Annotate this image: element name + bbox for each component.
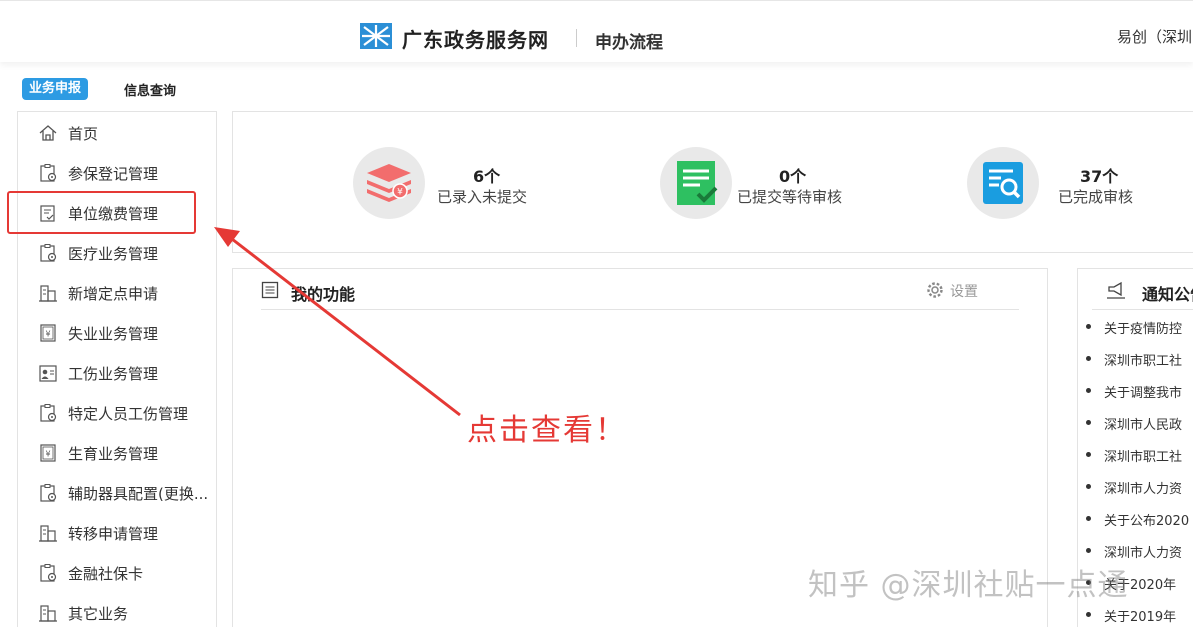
stat-completed-label[interactable]: 已完成审核 [1058,186,1133,207]
sidebar-item-label: 特定人员工伤管理 [68,405,189,423]
stat-draft-count[interactable]: 6个 [473,163,500,187]
notice-item-text[interactable]: 关于疫情防控 [1104,322,1182,337]
stat-completed-count[interactable]: 37个 [1080,163,1118,187]
sidebar-item-label: 新增定点申请 [68,285,159,303]
sidebar-item-transfer[interactable]: 转移申请管理 [18,513,216,553]
sidebar-item-social-card[interactable]: 金融社保卡 [18,553,216,593]
sidebar-item-label: 转移申请管理 [68,525,159,543]
notice-item[interactable]: 深圳市人民政 [1086,414,1182,433]
bullet-icon [1086,484,1091,489]
notice-item-text[interactable]: 深圳市人力资 [1104,546,1182,561]
tab-business-declaration[interactable]: 业务申报 [22,78,88,100]
svg-text:¥: ¥ [45,450,50,459]
stat-draft-button[interactable]: ¥ [353,147,425,219]
yen-document-icon: ¥ [40,444,56,462]
notice-item[interactable]: 关于2019年 [1086,606,1176,625]
notice-item-text[interactable]: 深圳市人力资 [1104,482,1182,497]
sidebar-item-enrollment[interactable]: 参保登记管理 [18,153,216,193]
sidebar-item-label: 金融社保卡 [68,565,144,583]
tab-info-query[interactable]: 信息查询 [124,80,176,99]
bullet-icon [1086,452,1091,457]
bullet-icon [1086,612,1091,617]
stat-completed-button[interactable] [967,147,1039,219]
sidebar-item-assistive-devices[interactable]: 辅助器具配置(更换... [18,473,216,513]
header-divider [576,29,577,47]
user-name[interactable]: 易创（深圳 [1117,26,1192,47]
sidebar-item-label: 其它业务 [68,605,129,623]
notice-item-text[interactable]: 关于公布2020 [1104,514,1189,529]
sidebar-item-work-injury[interactable]: 工伤业务管理 [18,353,216,393]
stat-pending-label[interactable]: 已提交等待审核 [737,186,842,207]
notice-item[interactable]: 关于公布2020 [1086,510,1189,529]
stat-draft-label[interactable]: 已录入未提交 [437,186,527,207]
clipboard-gear-icon [40,484,57,502]
stack-icon: ¥ [367,164,411,202]
notice-item[interactable]: 深圳市人力资 [1086,478,1182,497]
top-header: 广东政务服务网 申办流程 易创（深圳 [0,0,1193,62]
notice-item[interactable]: 深圳市职工社 [1086,446,1182,465]
sidebar-item-other[interactable]: 其它业务 [18,593,216,627]
search-document-icon [983,162,1023,204]
sidebar-item-special-injury[interactable]: 特定人员工伤管理 [18,393,216,433]
sidebar-menu: 首页 参保登记管理 单位缴费管理 医疗业务管理 新增定点申请 ¥ 失业业务管理 … [17,111,217,627]
clipboard-gear-icon [40,244,57,262]
site-logo-icon [360,23,392,49]
sidebar-item-label: 生育业务管理 [68,445,159,463]
notice-item-text[interactable]: 深圳市职工社 [1104,354,1182,369]
gear-icon[interactable] [925,280,945,300]
sidebar-item-home[interactable]: 首页 [18,113,216,153]
yen-document-icon: ¥ [40,324,56,342]
sidebar-item-label: 参保登记管理 [68,165,159,183]
checklist-icon [677,161,718,205]
megaphone-icon [1107,281,1125,299]
notice-item[interactable]: 深圳市人力资 [1086,542,1182,561]
bullet-icon [1086,324,1091,329]
person-card-icon [39,365,57,382]
watermark-text: 知乎 @深圳社贴一点通 [808,568,1129,603]
divider [1092,309,1193,310]
building-icon [39,285,57,302]
annotation-arrow-icon [214,227,461,417]
clipboard-gear-icon [40,564,57,582]
annotation-text: 点击查看！ [467,413,627,448]
bullet-icon [1086,516,1091,521]
sidebar-item-label: 工伤业务管理 [68,365,159,383]
notice-item[interactable]: 关于疫情防控 [1086,318,1182,337]
svg-text:¥: ¥ [397,188,403,198]
notice-item-text[interactable]: 深圳市人民政 [1104,418,1182,433]
stat-pending-button[interactable] [660,147,732,219]
bullet-icon [1086,420,1091,425]
notice-item[interactable]: 关于调整我市 [1086,382,1182,401]
bullet-icon [1086,356,1091,361]
sidebar-item-maternity[interactable]: ¥ 生育业务管理 [18,433,216,473]
notice-item-text[interactable]: 关于2019年 [1104,610,1176,625]
sidebar-item-unemployment[interactable]: ¥ 失业业务管理 [18,313,216,353]
home-icon [39,125,57,141]
building-icon [39,605,57,622]
svg-text:¥: ¥ [45,330,50,339]
building-icon [39,525,57,542]
highlight-box [7,191,196,234]
notice-title: 通知公告 [1142,285,1193,304]
notice-item-text[interactable]: 深圳市职工社 [1104,450,1182,465]
notice-item[interactable]: 深圳市职工社 [1086,350,1182,369]
sidebar-item-label: 辅助器具配置(更换... [68,485,209,503]
clipboard-gear-icon [40,404,57,422]
sidebar-item-label: 失业业务管理 [68,325,159,343]
sidebar-item-label: 首页 [68,125,99,143]
notice-item-text[interactable]: 关于调整我市 [1104,386,1182,401]
bullet-icon [1086,388,1091,393]
site-title[interactable]: 广东政务服务网 [402,24,549,53]
settings-button[interactable]: 设置 [950,281,978,301]
stat-pending-count[interactable]: 0个 [779,163,806,187]
sidebar-item-medical[interactable]: 医疗业务管理 [18,233,216,273]
sidebar-item-label: 医疗业务管理 [68,245,159,263]
flow-title[interactable]: 申办流程 [595,28,663,53]
sidebar-item-new-designated[interactable]: 新增定点申请 [18,273,216,313]
bullet-icon [1086,548,1091,553]
clipboard-gear-icon [40,164,57,182]
